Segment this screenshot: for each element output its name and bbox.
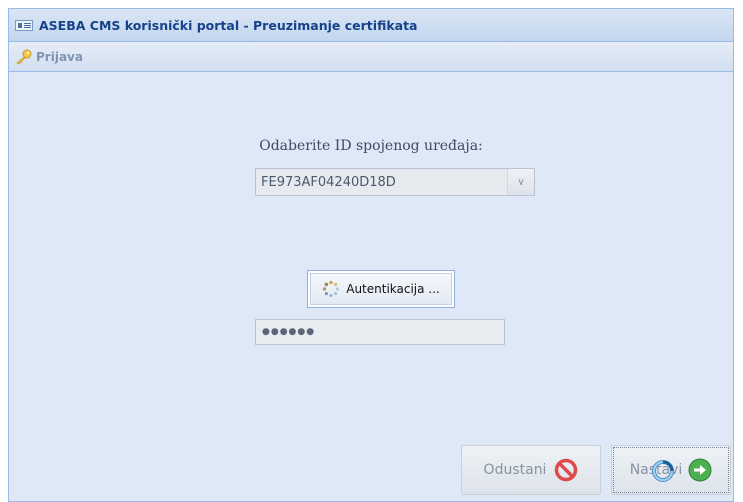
window-title: ASEBA CMS korisnički portal - Preuzimanj… (39, 17, 418, 33)
cancel-button-label: Odustani (483, 462, 547, 478)
authentication-button-label: Autentikacija ... (346, 282, 440, 296)
authentication-button[interactable]: Autentikacija ... (307, 270, 455, 308)
next-button[interactable]: Nastavi (611, 445, 731, 495)
app-window: ASEBA CMS korisnički portal - Preuzimanj… (8, 8, 734, 502)
loading-spinner-icon (323, 280, 340, 297)
dropdown-trigger[interactable]: ∨ (507, 169, 534, 195)
window-icon (15, 19, 33, 31)
password-field[interactable]: ●●●●●● (255, 319, 505, 345)
device-id-value: FE973AF04240D18D (261, 174, 396, 190)
chevron-down-icon: ∨ (517, 176, 525, 188)
form-panel: Odaberite ID spojenog uređaja: FE973AF04… (9, 73, 733, 501)
login-tab-label: Prijava (36, 49, 83, 64)
busy-cursor-icon (652, 460, 674, 482)
key-icon (16, 49, 32, 64)
window-titlebar: ASEBA CMS korisnički portal - Preuzimanj… (9, 9, 733, 42)
device-prompt-label: Odaberite ID spojenog uređaja: (259, 138, 483, 154)
device-id-select[interactable]: FE973AF04240D18D ∨ (255, 168, 535, 196)
toolbar: Prijava (9, 42, 733, 72)
arrow-right-circle-icon (688, 458, 712, 482)
cancel-button[interactable]: Odustani (461, 445, 601, 495)
login-tab[interactable]: Prijava (15, 49, 83, 65)
no-entry-icon (555, 458, 578, 482)
